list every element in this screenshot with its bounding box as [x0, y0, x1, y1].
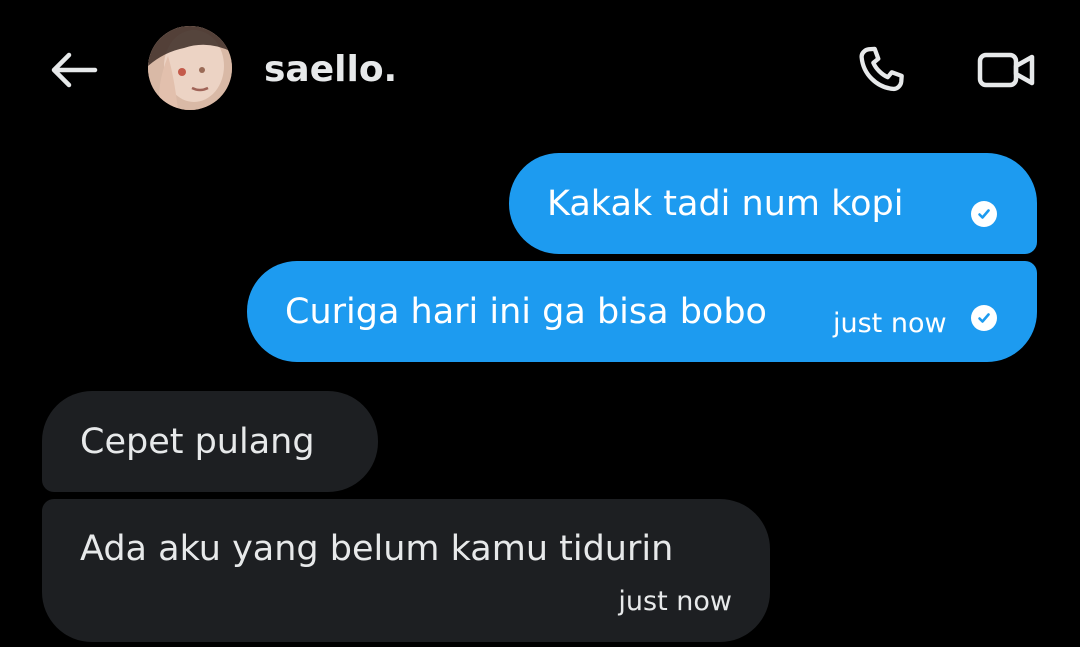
message-bubble-outgoing[interactable]: Kakak tadi num kopi	[509, 153, 1037, 254]
message-timestamp: just now	[618, 586, 732, 617]
arrow-left-icon	[51, 52, 98, 88]
check-circle-icon	[971, 201, 997, 227]
video-camera-icon	[977, 52, 1035, 88]
message-text: Kakak tadi num kopi	[547, 184, 904, 224]
phone-icon	[859, 46, 904, 92]
message-timestamp: just now	[833, 308, 947, 339]
message-text: Ada aku yang belum kamu tidurin	[80, 529, 674, 569]
call-button[interactable]	[850, 42, 912, 98]
avatar-image	[148, 26, 232, 110]
message-bubble-incoming[interactable]: Cepet pulang	[42, 391, 378, 492]
contact-name[interactable]: saello.	[264, 44, 397, 96]
video-call-button[interactable]	[972, 42, 1040, 98]
back-button[interactable]	[48, 46, 100, 94]
message-text: Cepet pulang	[80, 422, 315, 462]
message-bubble-incoming[interactable]: Ada aku yang belum kamu tidurin just now	[42, 499, 770, 642]
avatar[interactable]	[148, 26, 232, 110]
chat-header: saello.	[0, 0, 1080, 140]
check-circle-icon	[971, 305, 997, 331]
message-text: Curiga hari ini ga bisa bobo	[285, 292, 767, 332]
message-bubble-outgoing[interactable]: Curiga hari ini ga bisa bobo just now	[247, 261, 1037, 362]
